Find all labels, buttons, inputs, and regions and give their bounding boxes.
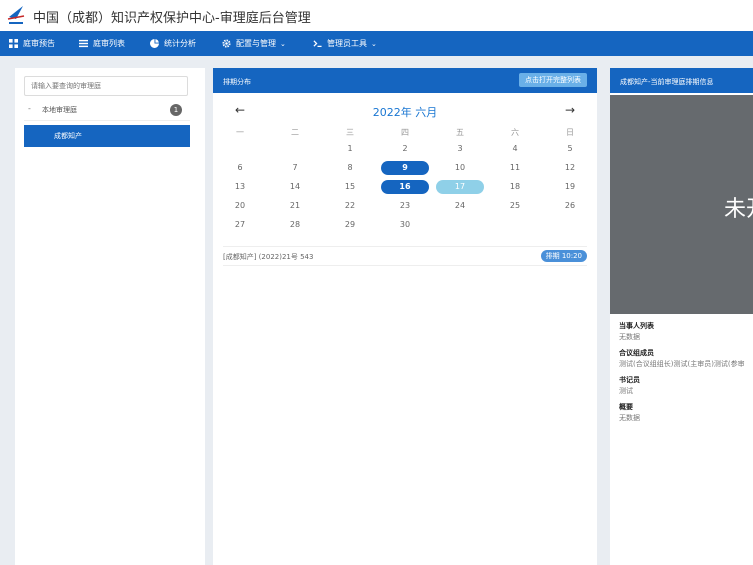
calendar-day[interactable]: 24 <box>436 199 484 213</box>
nav-label: 庭审预告 <box>23 39 55 48</box>
schedule-list-item[interactable]: [成都知产] (2022)21号 543 排期 10:20 <box>223 246 587 266</box>
collapse-toggle[interactable]: - <box>28 104 31 113</box>
count-badge: 1 <box>170 104 182 116</box>
weekday-header: 六 <box>511 128 519 137</box>
tree-node-local-court[interactable]: - 本地审理庭 1 <box>24 100 190 121</box>
calendar-day[interactable]: 18 <box>491 180 539 194</box>
field-label: 书记员 <box>619 376 640 384</box>
tree-item-chengdu-ip[interactable]: 成都知产 <box>24 125 190 147</box>
calendar-day[interactable]: 7 <box>271 161 319 175</box>
nav-item-list[interactable]: 庭审列表 <box>79 31 125 56</box>
nav-label: 统计分析 <box>164 39 196 48</box>
nav-item-admin-tools[interactable]: 管理员工具 ⌄ <box>313 31 377 56</box>
calendar-day[interactable]: 4 <box>491 142 539 156</box>
calendar-day[interactable]: 3 <box>436 142 484 156</box>
calendar-day[interactable]: 10 <box>436 161 484 175</box>
field-label: 概要 <box>619 403 633 411</box>
video-status-text: 未开 <box>724 197 753 222</box>
nav-item-stats[interactable]: 统计分析 <box>150 31 196 56</box>
calendar-day[interactable]: 1 <box>326 142 374 156</box>
nav-label: 庭审列表 <box>93 39 125 48</box>
field-label: 合议组成员 <box>619 349 654 357</box>
weekday-header: 五 <box>456 128 464 137</box>
calendar-day[interactable]: 29 <box>326 218 374 232</box>
calendar-day[interactable]: 28 <box>271 218 319 232</box>
field-value: 无数据 <box>619 333 640 341</box>
chevron-down-icon: ⌄ <box>371 39 377 48</box>
calendar-day[interactable]: 12 <box>546 161 594 175</box>
nav-item-config[interactable]: 配置与管理 ⌄ <box>222 31 286 56</box>
field-value: 无数据 <box>619 414 640 422</box>
tree-node-label: 本地审理庭 <box>42 106 77 114</box>
nav-label: 配置与管理 <box>236 39 276 48</box>
weekday-header: 日 <box>566 128 574 137</box>
video-player[interactable]: 未开 <box>610 95 753 314</box>
pie-chart-icon <box>150 39 159 48</box>
calendar-day[interactable]: 19 <box>546 180 594 194</box>
weekday-header: 二 <box>291 128 299 137</box>
calendar-day[interactable]: 27 <box>216 218 264 232</box>
calendar-day[interactable]: 15 <box>326 180 374 194</box>
panel-header: 成都知产-当前审理庭排期信息 <box>610 68 753 93</box>
logo-icon <box>7 6 25 24</box>
top-nav: 庭审预告 庭审列表 统计分析 配置与管理 ⌄ 管理员工具 ⌄ <box>0 31 753 56</box>
calendar-day[interactable]: 16 <box>381 180 429 194</box>
calendar-day[interactable]: 17 <box>436 180 484 194</box>
nav-item-preview[interactable]: 庭审预告 <box>9 31 55 56</box>
calendar-day[interactable]: 22 <box>326 199 374 213</box>
court-info-panel: 成都知产-当前审理庭排期信息 未开 当事人列表 无数据 合议组成员 测试(合议组… <box>610 68 753 565</box>
calendar-day[interactable]: 5 <box>546 142 594 156</box>
weekday-header: 三 <box>346 128 354 137</box>
field-label: 当事人列表 <box>619 322 654 330</box>
app-header: 中国（成都）知识产权保护中心-审理庭后台管理 <box>0 0 753 32</box>
schedule-panel: 排期分布 点击打开完整列表 ← 2022年 六月 → 一二三四五六日123456… <box>213 68 597 565</box>
grid-icon <box>9 39 18 48</box>
list-icon <box>79 39 88 48</box>
schedule-time-badge: 排期 10:20 <box>540 250 587 262</box>
calendar-day[interactable]: 21 <box>271 199 319 213</box>
calendar-day[interactable]: 13 <box>216 180 264 194</box>
panel-title: 成都知产-当前审理庭排期信息 <box>620 78 714 86</box>
calendar-day[interactable]: 11 <box>491 161 539 175</box>
calendar-day[interactable]: 23 <box>381 199 429 213</box>
calendar-grid: 一二三四五六日 1 2 3 4 5 6 7 8 9 10 11 12 13 14 15 16 17 18 19 20 21… <box>213 68 597 308</box>
weekday-header: 四 <box>401 128 409 137</box>
app-title: 中国（成都）知识产权保护中心-审理庭后台管理 <box>33 11 311 26</box>
field-value: 测试(合议组组长)测试(主审员)测试(参审 <box>619 360 745 368</box>
court-tree-panel: - 本地审理庭 1 成都知产 <box>15 68 205 565</box>
calendar-day[interactable]: 25 <box>491 199 539 213</box>
gear-icon <box>222 39 231 48</box>
nav-label: 管理员工具 <box>327 39 367 48</box>
terminal-icon <box>313 40 322 48</box>
case-number: [成都知产] (2022)21号 543 <box>223 253 314 261</box>
calendar-day[interactable]: 6 <box>216 161 264 175</box>
calendar-day[interactable]: 30 <box>381 218 429 232</box>
weekday-header: 一 <box>236 128 244 137</box>
field-value: 测试 <box>619 387 633 395</box>
chevron-down-icon: ⌄ <box>280 39 286 48</box>
calendar-day[interactable]: 8 <box>326 161 374 175</box>
calendar-day[interactable]: 20 <box>216 199 264 213</box>
calendar-day[interactable]: 2 <box>381 142 429 156</box>
court-search-input[interactable] <box>24 76 188 96</box>
calendar-day[interactable]: 26 <box>546 199 594 213</box>
calendar-day[interactable]: 9 <box>381 161 429 175</box>
calendar-day[interactable]: 14 <box>271 180 319 194</box>
